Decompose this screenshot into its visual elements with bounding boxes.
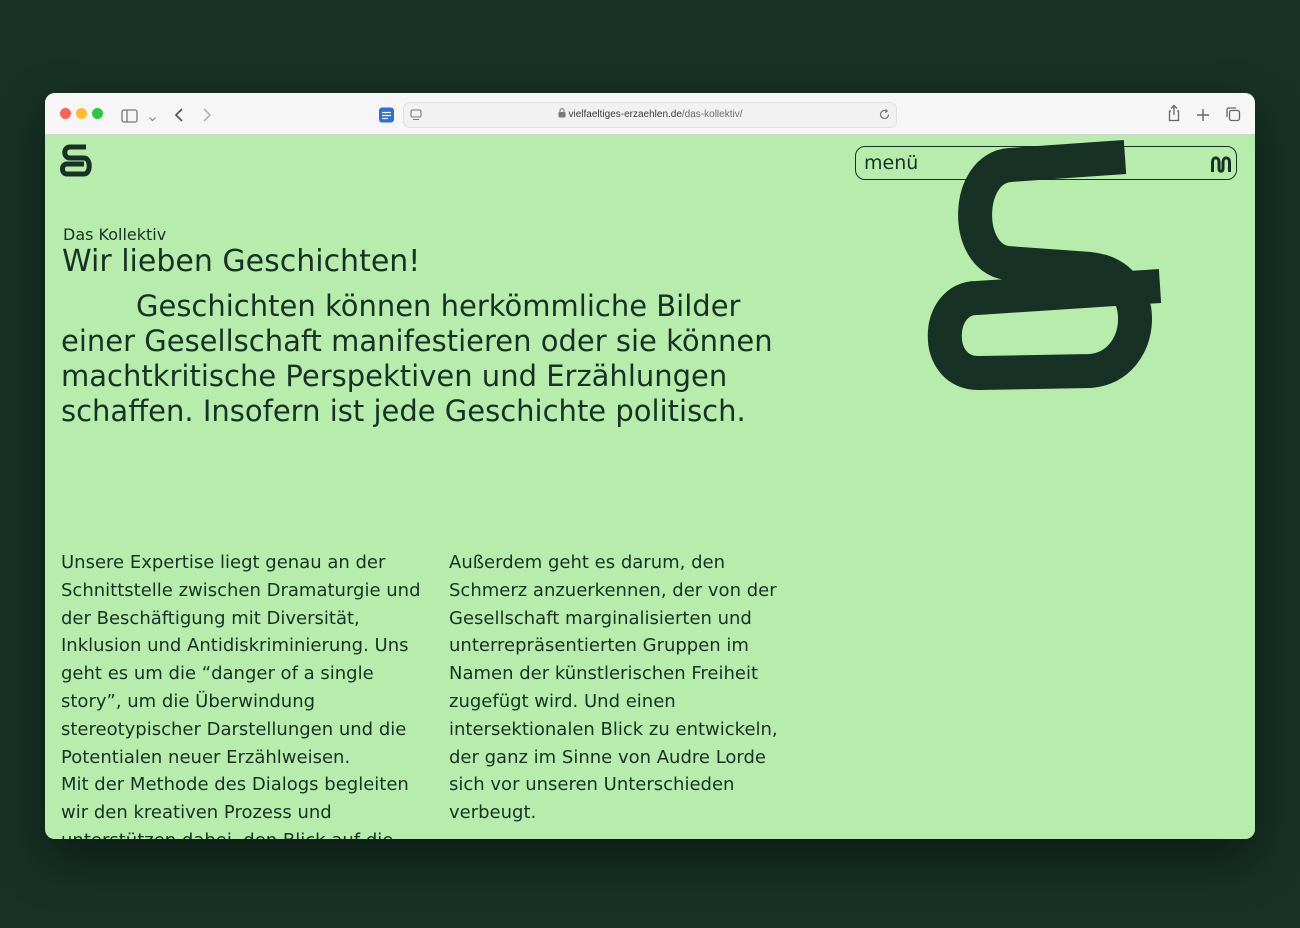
menu-logo-icon: [1211, 156, 1231, 173]
plus-icon[interactable]: [1196, 105, 1210, 125]
paragraph: Unsere Expertise liegt genau an der Schn…: [61, 552, 421, 768]
chevron-down-icon[interactable]: [148, 109, 157, 129]
address-bar[interactable]: vielfaeltiges-erzaehlen.de/das-kollektiv…: [403, 102, 897, 128]
share-icon[interactable]: [1167, 103, 1181, 123]
lock-icon: [558, 108, 565, 118]
lead-paragraph: Geschichten können herkömmliche Bilder e…: [61, 289, 773, 428]
reader-icon[interactable]: [378, 105, 395, 125]
logo-icon[interactable]: [59, 141, 93, 183]
sidebar-icon[interactable]: [121, 106, 138, 126]
text-column-left: Unsere Expertise liegt genau an der Schn…: [61, 549, 426, 839]
tabs-icon[interactable]: [1225, 104, 1241, 124]
browser-window: vielfaeltiges-erzaehlen.de/das-kollektiv…: [45, 93, 1255, 839]
close-window-button[interactable]: [60, 108, 71, 119]
forward-icon[interactable]: [201, 105, 213, 125]
url-path: /das-kollektiv/: [681, 109, 743, 120]
page-content: menü Das Kollektiv Wir lieben Geschichte…: [45, 135, 1255, 839]
url-domain: vielfaeltiges-erzaehlen.de: [568, 109, 682, 120]
page-title: Wir lieben Geschichten!: [62, 244, 421, 279]
minimize-window-button[interactable]: [76, 108, 87, 119]
paragraph: Außerdem geht es darum, den Schmerz anzu…: [449, 552, 778, 824]
paragraph: Mit der Methode des Dialogs begleiten wi…: [61, 774, 409, 839]
page-kicker: Das Kollektiv: [63, 225, 167, 244]
menu-label: menü: [864, 152, 919, 174]
browser-toolbar: vielfaeltiges-erzaehlen.de/das-kollektiv…: [45, 93, 1255, 135]
url-text: vielfaeltiges-erzaehlen.de/das-kollektiv…: [404, 103, 896, 127]
zoom-window-button[interactable]: [92, 108, 103, 119]
squiggle-graphic: [927, 140, 1162, 390]
back-icon[interactable]: [173, 105, 185, 125]
text-column-right: Außerdem geht es darum, den Schmerz anzu…: [449, 549, 789, 827]
reload-icon[interactable]: [878, 108, 891, 121]
